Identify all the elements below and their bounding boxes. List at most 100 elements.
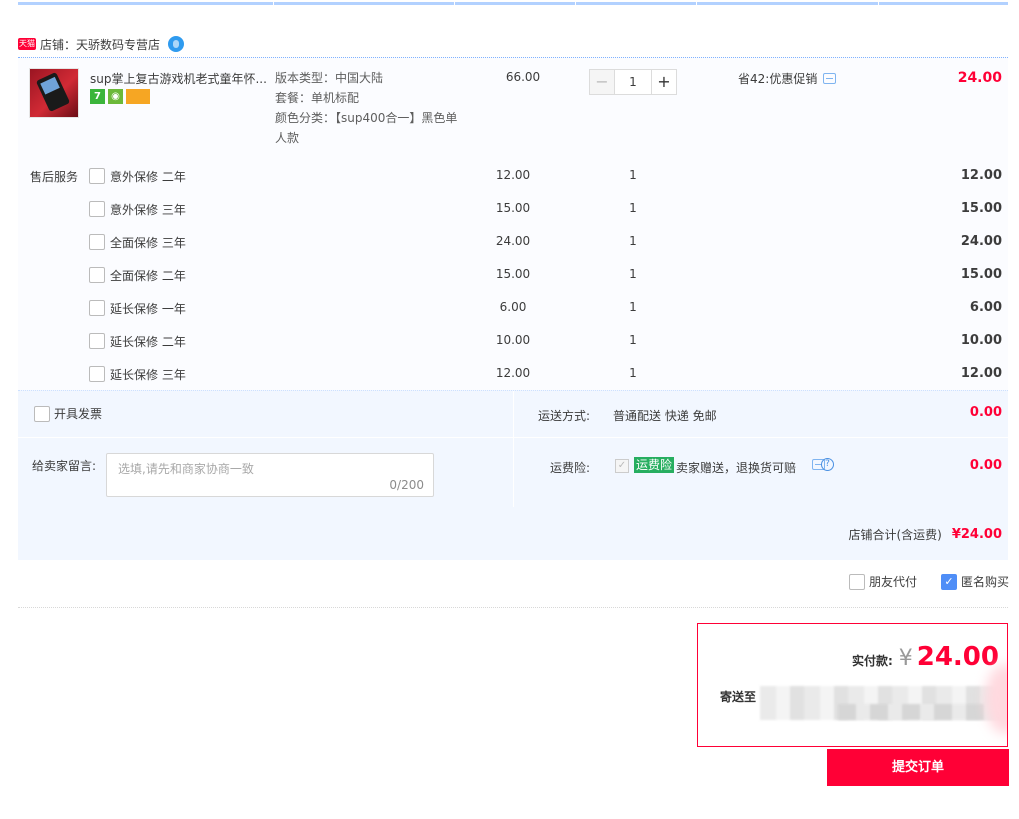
- invoice-label: 开具发票: [54, 407, 103, 421]
- top-rule: [18, 2, 1008, 6]
- service-checkbox[interactable]: [89, 168, 105, 184]
- service-qty: 1: [629, 300, 637, 314]
- service-subtotal: 12.00: [960, 366, 1002, 381]
- prop-color: 颜色分类：【sup400合一】黑色单人款: [275, 111, 458, 145]
- order-panel: sup掌上复古游戏机老式童年怀... 7 ◉ 版本类型：中国大陆 套餐：单机标配…: [18, 57, 1008, 560]
- anonymous-checkbox[interactable]: ✓: [940, 573, 957, 590]
- service-qty: 1: [629, 366, 637, 380]
- seller-message-input[interactable]: 选填,请先和商家协商一致 0/200: [106, 453, 434, 497]
- service-row: 延长保修 二年 10.00 1 10.00: [18, 325, 1008, 355]
- service-checkbox[interactable]: [89, 201, 105, 217]
- promo-text: 省42:优惠促销: [738, 72, 818, 86]
- service-row: 全面保修 二年 15.00 1 15.00: [18, 259, 1008, 289]
- service-qty: 1: [629, 333, 637, 347]
- service-row: 意外保修 三年 15.00 1 15.00: [18, 193, 1008, 223]
- service-price: 6.00: [499, 300, 527, 314]
- service-checkbox[interactable]: [89, 300, 105, 316]
- shipping-label: 运送方式:: [538, 409, 591, 423]
- help-icon[interactable]: ?: [821, 458, 834, 471]
- shipping-method: 普通配送 快递 免邮: [613, 409, 717, 423]
- service-name: 延长保修 三年: [110, 368, 186, 382]
- service-price: 24.00: [495, 234, 531, 248]
- item-subtotal: 24.00: [957, 70, 1002, 86]
- service-qty: 1: [629, 168, 637, 182]
- payment-summary: 实付款: ¥ 24.00 寄送至: [697, 623, 1008, 747]
- divider: [18, 607, 1008, 608]
- message-label: 给卖家留言:: [32, 459, 97, 473]
- invoice-option[interactable]: 开具发票: [34, 405, 102, 422]
- service-qty: 1: [629, 201, 637, 215]
- service-row: 全面保修 三年 24.00 1 24.00: [18, 226, 1008, 256]
- service-name: 延长保修 一年: [110, 302, 186, 316]
- service-subtotal: 12.00: [960, 168, 1002, 183]
- shipping-cost: 0.00: [969, 405, 1002, 420]
- address-redacted: [838, 704, 1003, 720]
- shop-total-row: 店铺合计(含运费) ¥24.00: [18, 507, 1008, 560]
- service-name: 全面保修 三年: [110, 236, 186, 250]
- divider: [18, 437, 1008, 438]
- qty-input[interactable]: 1: [615, 69, 651, 95]
- chat-seller-icon[interactable]: [168, 36, 185, 52]
- promotion: 省42:优惠促销: [738, 70, 837, 87]
- invoice-checkbox[interactable]: [34, 405, 50, 422]
- service-name: 意外保修 二年: [110, 170, 186, 184]
- qty-minus-button[interactable]: −: [589, 69, 615, 95]
- shop-header: 天猫 店铺： 天骄数码专营店: [18, 34, 185, 54]
- shop-total-label: 店铺合计(含运费): [848, 528, 942, 542]
- service-row: 延长保修 三年 12.00 1 12.00: [18, 358, 1008, 388]
- product-thumbnail[interactable]: [29, 68, 79, 118]
- shop-prefix: 店铺：: [40, 37, 77, 52]
- prop-package: 套餐：单机标配: [275, 91, 360, 105]
- payment-amount: 24.00: [916, 642, 999, 672]
- item-row: sup掌上复古游戏机老式童年怀... 7 ◉ 版本类型：中国大陆 套餐：单机标配…: [18, 58, 1008, 158]
- qty-plus-button[interactable]: +: [651, 69, 677, 95]
- service-name: 意外保修 三年: [110, 203, 186, 217]
- service-price: 12.00: [495, 168, 531, 182]
- shop-name-link[interactable]: 天骄数码专营店: [76, 36, 160, 53]
- product-properties: 版本类型：中国大陆 套餐：单机标配 颜色分类：【sup400合一】黑色单人款: [275, 68, 460, 148]
- service-checkbox[interactable]: [89, 234, 105, 250]
- submit-order-button[interactable]: 提交订单: [827, 749, 1009, 786]
- service-name: 全面保修 二年: [110, 269, 186, 283]
- shield-icon[interactable]: ◉: [108, 89, 123, 104]
- promo-comment-icon[interactable]: [823, 73, 837, 84]
- currency-symbol: ¥: [898, 646, 913, 671]
- insurance-label: 运费险:: [550, 461, 591, 475]
- service-price: 15.00: [495, 267, 531, 281]
- purchase-options: 朋友代付 ✓ 匿名购买: [848, 573, 1009, 590]
- shop-total: 店铺合计(含运费) ¥24.00: [848, 526, 1002, 543]
- service-subtotal: 24.00: [960, 234, 1002, 249]
- card-icon[interactable]: [126, 89, 150, 104]
- tmall-icon: 天猫: [18, 38, 36, 50]
- shop-total-amount: ¥24.00: [951, 527, 1002, 542]
- payment-label: 实付款:: [851, 654, 893, 668]
- service-checkbox[interactable]: [89, 267, 105, 283]
- friend-pay-label: 朋友代付: [868, 575, 917, 589]
- service-price: 15.00: [495, 201, 531, 215]
- service-subtotal: 15.00: [960, 201, 1002, 216]
- ship-to-label: 寄送至: [720, 690, 757, 704]
- service-checkbox[interactable]: [89, 366, 105, 382]
- seven-day-return-icon[interactable]: 7: [90, 89, 105, 104]
- service-checkbox[interactable]: [89, 333, 105, 349]
- prop-version: 版本类型：中国大陆: [275, 71, 384, 85]
- insurance-tag: 运费险: [634, 457, 675, 473]
- product-title-link[interactable]: sup掌上复古游戏机老式童年怀...: [90, 70, 270, 87]
- service-row: 延长保修 一年 6.00 1 6.00: [18, 292, 1008, 322]
- quantity-stepper: − 1 +: [589, 69, 677, 95]
- anonymous-label: 匿名购买: [960, 575, 1009, 589]
- insurance-description: 卖家赠送，退换货可赔: [676, 461, 797, 475]
- friend-pay-option[interactable]: 朋友代付: [848, 573, 917, 590]
- friend-pay-checkbox[interactable]: [848, 573, 865, 590]
- insurance-cost: 0.00: [969, 458, 1002, 473]
- service-price: 12.00: [495, 366, 531, 380]
- service-qty: 1: [629, 234, 637, 248]
- anonymous-option[interactable]: ✓ 匿名购买: [940, 573, 1009, 590]
- decorative-blur: [985, 664, 1007, 734]
- service-subtotal: 15.00: [960, 267, 1002, 282]
- insurance-checkbox: ✓: [615, 459, 629, 473]
- service-row: 意外保修 二年 12.00 1 12.00: [18, 160, 1008, 190]
- service-name: 延长保修 二年: [110, 335, 186, 349]
- message-placeholder: 选填,请先和商家协商一致: [118, 462, 254, 476]
- service-subtotal: 10.00: [960, 333, 1002, 348]
